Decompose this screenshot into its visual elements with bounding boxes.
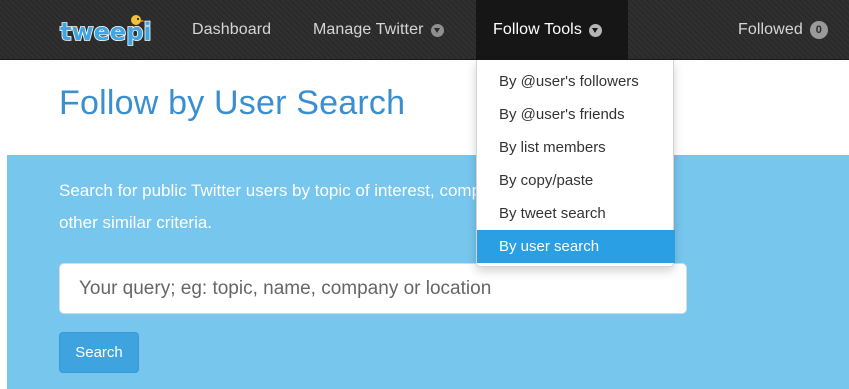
- menu-item-label: By copy/paste: [499, 172, 594, 189]
- menu-item-by-users-friends[interactable]: By @user's friends: [477, 98, 675, 131]
- menu-item-label: By tweet search: [499, 205, 606, 222]
- menu-item-by-tweet-search[interactable]: By tweet search: [477, 197, 675, 230]
- nav-follow-tools-label: Follow Tools: [493, 21, 582, 38]
- menu-item-label: By user search: [499, 238, 600, 255]
- search-button[interactable]: Search: [59, 332, 139, 373]
- menu-item-label: By @user's followers: [499, 73, 639, 90]
- nav-follow-tools[interactable]: Follow Tools: [476, 0, 628, 60]
- nav-dashboard[interactable]: Dashboard: [192, 0, 271, 60]
- logo-text: tweepi: [60, 18, 152, 46]
- menu-item-by-user-search[interactable]: By user search: [477, 230, 675, 263]
- chevron-down-icon: [430, 23, 444, 37]
- tweepi-logo[interactable]: tweepi: [58, 13, 166, 47]
- menu-item-label: By @user's friends: [499, 106, 625, 123]
- chevron-down-icon: [588, 23, 602, 37]
- search-panel: Search for public Twitter users by topic…: [7, 155, 849, 389]
- menu-item-by-list-members[interactable]: By list members: [477, 131, 675, 164]
- follow-tools-dropdown: By @user's followers By @user's friends …: [476, 60, 675, 267]
- page-title: Follow by User Search: [59, 84, 406, 122]
- nav-manage-twitter-label: Manage Twitter: [313, 21, 424, 38]
- menu-item-label: By list members: [499, 139, 606, 156]
- nav-followed-label: Followed: [738, 21, 803, 38]
- nav-dashboard-label: Dashboard: [192, 21, 272, 38]
- search-input[interactable]: [59, 263, 687, 314]
- menu-item-by-users-followers[interactable]: By @user's followers: [477, 65, 675, 98]
- nav-followed[interactable]: Followed 0: [738, 0, 828, 60]
- followed-count-badge: 0: [809, 21, 828, 39]
- menu-item-by-copy-paste[interactable]: By copy/paste: [477, 164, 675, 197]
- nav-manage-twitter[interactable]: Manage Twitter: [313, 0, 444, 60]
- top-navbar: tweepi Dashboard Manage Twitter Follow T…: [0, 0, 849, 60]
